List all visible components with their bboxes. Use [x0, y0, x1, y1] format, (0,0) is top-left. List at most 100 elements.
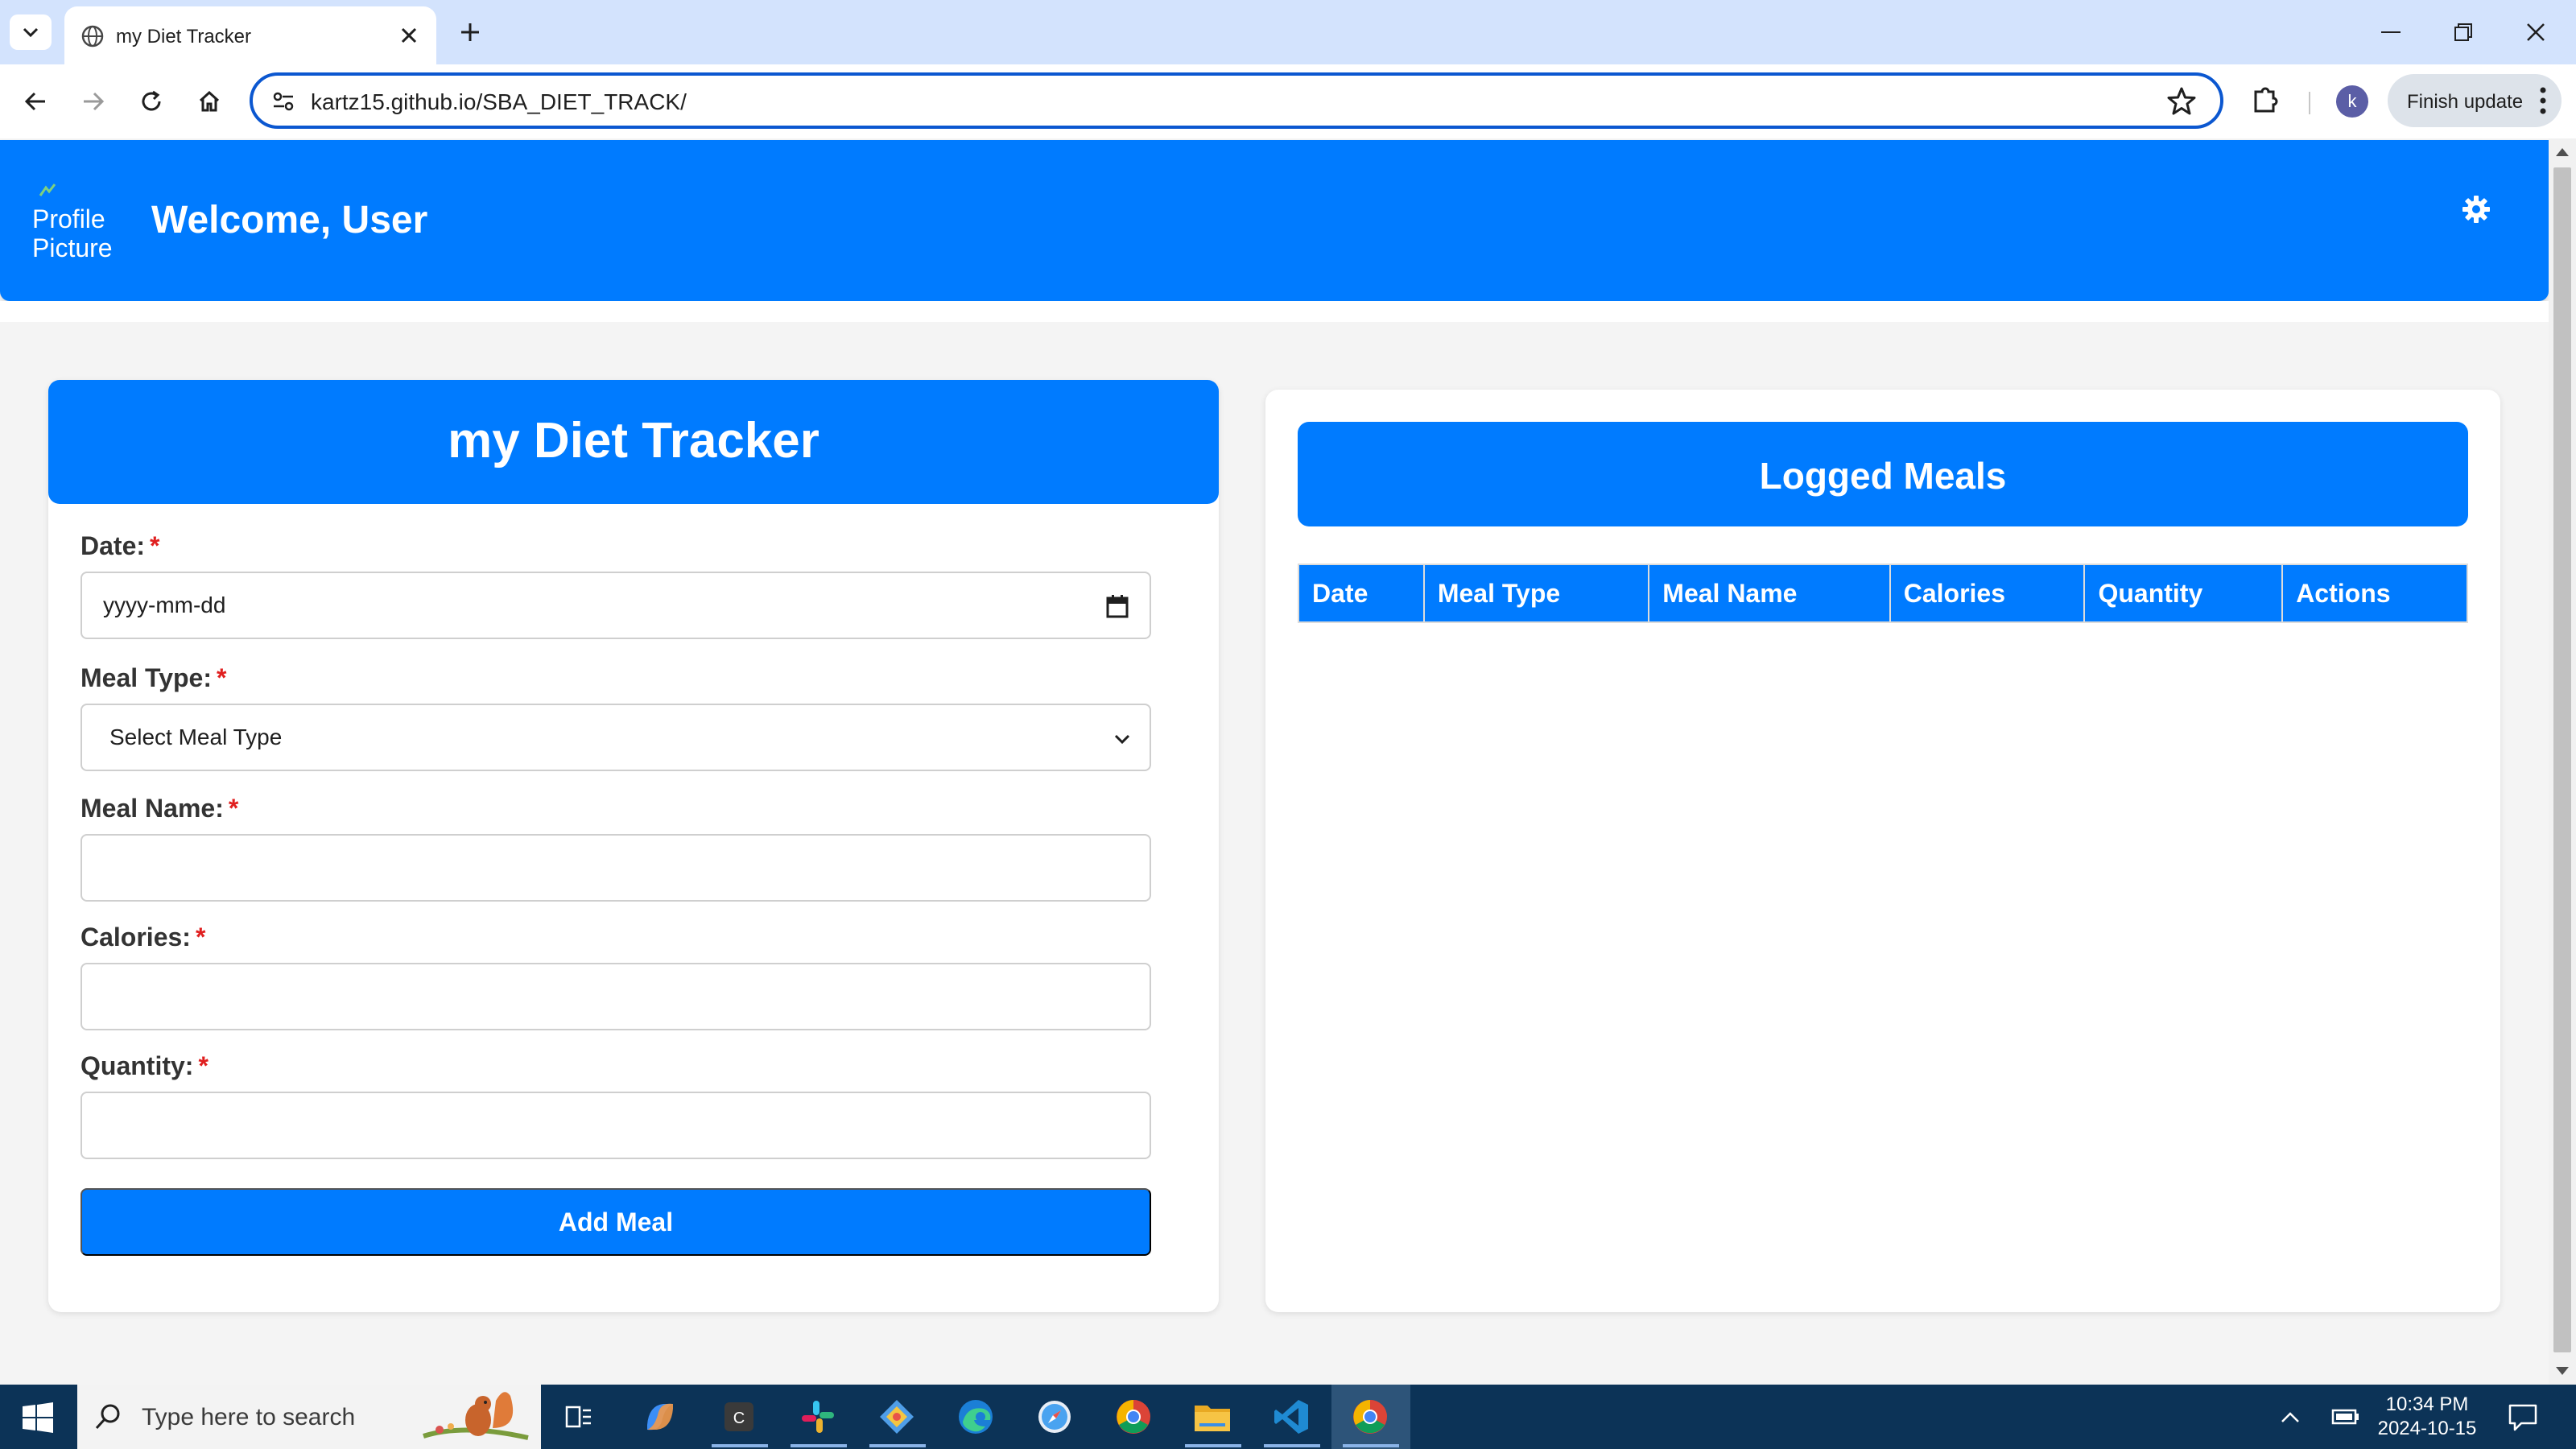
c-app-running-indicator — [712, 1444, 768, 1447]
header-spacer — [0, 301, 2549, 322]
reload-icon — [142, 90, 161, 111]
file-explorer-running-indicator — [1185, 1444, 1241, 1447]
squirrel-illustration-icon — [423, 1392, 529, 1440]
meals-table-header-row: Date Meal Type Meal Name Calories Quanti… — [1298, 564, 2468, 623]
url-text: kartz15.github.io/SBA_DIET_TRACK/ — [311, 89, 687, 114]
meal-form-card: my Diet Tracker Date: * yyyy-mm-dd Meal T… — [48, 380, 1219, 1312]
arrow-right-icon — [84, 92, 105, 111]
form-title: my Diet Tracker — [448, 413, 819, 469]
column-header-date: Date — [1298, 564, 1425, 623]
page-viewport: Profile Picture Welcome, User my Diet Tr… — [0, 138, 2549, 1385]
date-placeholder: yyyy-mm-dd — [103, 592, 226, 617]
home-icon — [199, 90, 220, 112]
search-icon — [95, 1404, 120, 1430]
minimize-icon — [2381, 31, 2401, 33]
c-app-icon[interactable]: C — [716, 1394, 762, 1439]
quantity-input[interactable] — [80, 1092, 1151, 1159]
svg-text:C: C — [733, 1410, 745, 1427]
profile-picture-alt-text: Profile Picture — [32, 204, 113, 262]
slack-running-indicator — [791, 1444, 847, 1447]
chevron-down-icon — [1114, 734, 1130, 745]
clock-time: 10:34 PM — [2385, 1393, 2469, 1415]
bookmark-star-icon[interactable] — [2165, 85, 2198, 118]
extensions-puzzle-icon[interactable] — [2246, 80, 2286, 121]
form-title-bar: my Diet Tracker — [48, 380, 1219, 504]
meal-type-selected: Select Meal Type — [109, 724, 283, 749]
tab-title: my Diet Tracker — [116, 26, 252, 47]
finish-update-button[interactable]: Finish update — [2388, 74, 2562, 127]
quantity-label: Quantity: * — [80, 1051, 208, 1080]
browser-toolbar: kartz15.github.io/SBA_DIET_TRACK/ k Fini… — [0, 64, 2576, 138]
home-button[interactable] — [190, 82, 229, 121]
address-bar[interactable]: kartz15.github.io/SBA_DIET_TRACK/ — [250, 72, 2223, 129]
globe-icon — [81, 25, 104, 47]
scrollbar-thumb[interactable] — [2553, 167, 2571, 1352]
profile-avatar[interactable]: k — [2336, 85, 2368, 118]
vscode-icon[interactable] — [1269, 1394, 1314, 1439]
meals-title: Logged Meals — [1759, 455, 2007, 497]
close-tab-icon[interactable] — [393, 19, 425, 52]
meal-name-input[interactable] — [80, 834, 1151, 902]
task-view-icon[interactable] — [555, 1394, 601, 1439]
close-icon — [2527, 23, 2545, 41]
column-header-meal-name: Meal Name — [1648, 564, 1891, 623]
notification-center-icon[interactable] — [2507, 1401, 2539, 1433]
search-placeholder: Type here to search — [142, 1404, 356, 1430]
vscode-running-indicator — [1264, 1444, 1320, 1447]
reload-button[interactable] — [132, 82, 171, 121]
site-header: Profile Picture Welcome, User — [0, 140, 2549, 301]
chrome-icon[interactable] — [1111, 1394, 1156, 1439]
forward-button[interactable] — [74, 82, 113, 121]
plus-icon — [461, 23, 479, 41]
arrow-left-icon — [24, 92, 45, 111]
meal-name-label: Meal Name: * — [80, 794, 239, 823]
back-button[interactable] — [16, 82, 55, 121]
windows-start-icon[interactable] — [23, 1402, 53, 1433]
meal-type-select[interactable]: Select Meal Type — [80, 704, 1151, 771]
add-meal-button[interactable]: Add Meal — [80, 1188, 1151, 1256]
calendar-icon[interactable] — [1106, 594, 1129, 618]
column-header-meal-type: Meal Type — [1422, 564, 1650, 623]
broken-image-icon — [39, 184, 56, 196]
column-header-actions: Actions — [2281, 564, 2468, 623]
window-close-button[interactable] — [2504, 8, 2568, 56]
scroll-down-arrow-icon[interactable] — [2556, 1367, 2569, 1375]
date-label: Date: * — [80, 531, 160, 560]
safari-icon[interactable] — [1032, 1394, 1077, 1439]
battery-icon[interactable] — [2330, 1404, 2362, 1430]
toolbar-separator — [2309, 92, 2310, 114]
new-tab-button[interactable] — [452, 14, 488, 50]
chevron-down-icon — [23, 27, 39, 38]
date-input[interactable]: yyyy-mm-dd — [80, 572, 1151, 639]
file-explorer-icon[interactable] — [1190, 1394, 1235, 1439]
calories-input[interactable] — [80, 963, 1151, 1030]
profile-picture[interactable]: Profile Picture — [32, 175, 121, 264]
logged-meals-card: Logged Meals Date Meal Type Meal Name Ca… — [1265, 390, 2500, 1312]
tab-search-button[interactable] — [10, 14, 52, 50]
page-scrollbar[interactable] — [2549, 138, 2576, 1385]
chrome-running-indicator — [1343, 1444, 1399, 1447]
browser-tab-active[interactable]: my Diet Tracker — [64, 6, 436, 64]
meals-table: Date Meal Type Meal Name Calories Quanti… — [1298, 564, 2468, 623]
window-minimize-button[interactable] — [2359, 8, 2423, 56]
more-vertical-icon — [2540, 87, 2546, 114]
slack-icon[interactable] — [795, 1394, 840, 1439]
tray-chevron-up-icon[interactable] — [2278, 1406, 2302, 1430]
taskbar-clock[interactable]: 10:34 PM 2024-10-15 — [2375, 1393, 2479, 1441]
windows-taskbar: Type here to search C 10:34 PM 2024-10-1… — [0, 1385, 2576, 1449]
scroll-up-arrow-icon[interactable] — [2556, 148, 2569, 156]
welcome-heading: Welcome, User — [151, 199, 428, 242]
clock-date: 2024-10-15 — [2377, 1418, 2477, 1439]
column-header-calories: Calories — [1889, 564, 2086, 623]
git-app-icon[interactable] — [874, 1394, 919, 1439]
gear-icon[interactable] — [2460, 193, 2492, 225]
window-restore-button[interactable] — [2431, 8, 2496, 56]
browser-tab-strip: my Diet Tracker — [0, 0, 2576, 64]
meal-type-label: Meal Type: * — [80, 663, 227, 692]
meals-title-bar: Logged Meals — [1298, 422, 2468, 526]
git-app-running-indicator — [869, 1444, 926, 1447]
edge-icon[interactable] — [953, 1394, 998, 1439]
chrome-active-icon[interactable] — [1348, 1394, 1393, 1439]
taskbar-search-box[interactable]: Type here to search — [77, 1385, 541, 1449]
copilot-icon[interactable] — [638, 1394, 683, 1439]
